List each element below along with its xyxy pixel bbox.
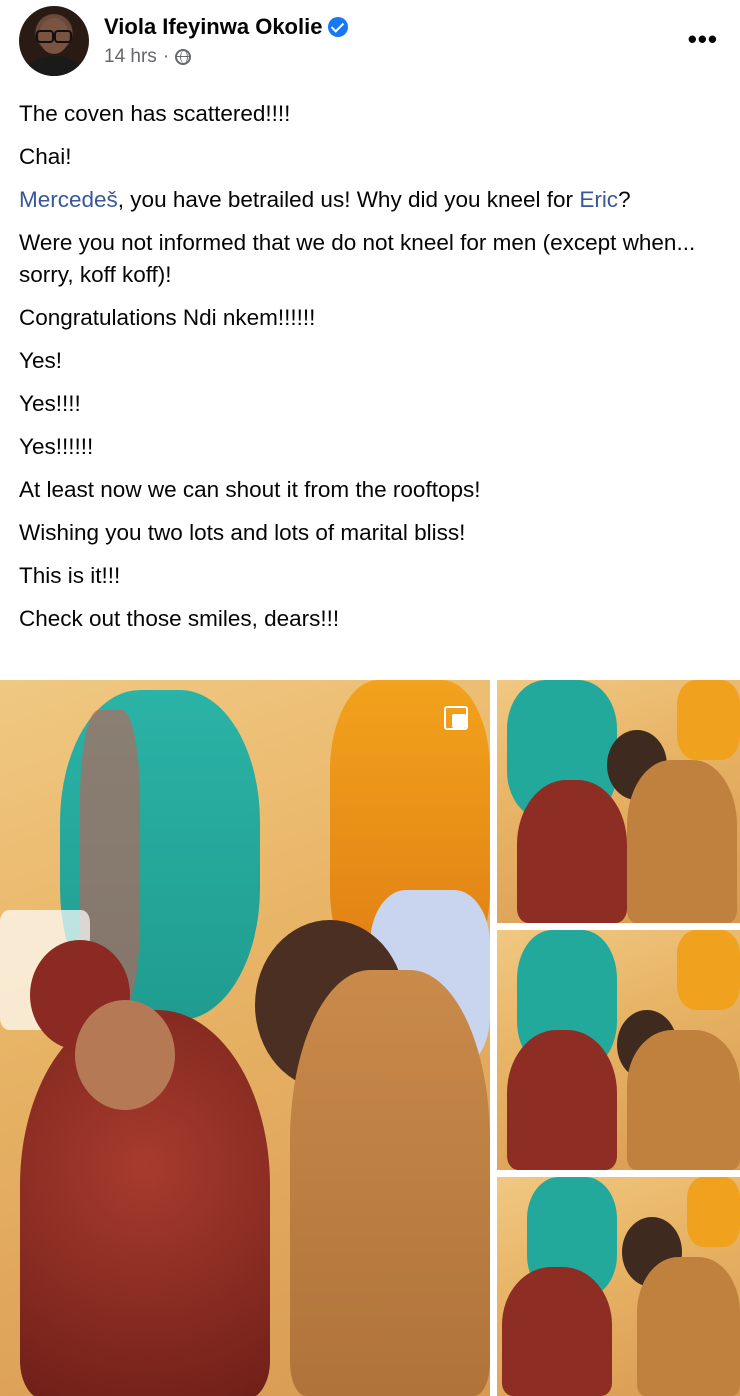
post-line: Were you not informed that we do not kne… [19,230,696,287]
post-line: Check out those smiles, dears!!! [19,606,340,631]
photo-thumbnail[interactable] [497,680,740,923]
author-avatar[interactable] [19,6,89,76]
post-body: The coven has scattered!!!! Chai! Merced… [19,98,719,646]
post-line: Yes! [19,348,62,373]
photo-main[interactable] [0,680,490,1396]
post-line: Yes!!!! [19,391,81,416]
post-line: The coven has scattered!!!! [19,101,291,126]
post-time[interactable]: 14 hrs [104,46,157,68]
mention-link[interactable]: Eric [579,187,618,212]
post-line: This is it!!! [19,563,121,588]
photo-grid [0,680,740,1396]
post-meta: 14 hrs · [104,46,192,68]
post-header: Viola Ifeyinwa Okolie 14 hrs · ••• [0,0,740,90]
author-row: Viola Ifeyinwa Okolie [104,14,349,40]
photo-thumbnail[interactable] [497,1177,740,1396]
post-line: Wishing you two lots and lots of marital… [19,520,466,545]
post-line: Chai! [19,144,72,169]
multiple-photos-icon [444,706,472,734]
post-line: Yes!!!!!! [19,434,94,459]
post-line: At least now we can shout it from the ro… [19,477,481,502]
post-line: Mercedeš, you have betrailed us! Why did… [19,184,719,216]
globe-icon [175,49,192,65]
more-options-icon[interactable]: ••• [688,26,718,52]
post-line-text: , you have betrailed us! Why did you kne… [117,187,580,212]
post-line: Congratulations Ndi nkem!!!!!! [19,305,316,330]
meta-separator: · [162,46,170,67]
mention-link[interactable]: Mercedeš [19,187,118,212]
photo-thumbnail[interactable] [497,930,740,1170]
post-line-text: ? [618,187,631,212]
author-name[interactable]: Viola Ifeyinwa Okolie [104,14,322,40]
verified-badge-icon [328,17,349,37]
